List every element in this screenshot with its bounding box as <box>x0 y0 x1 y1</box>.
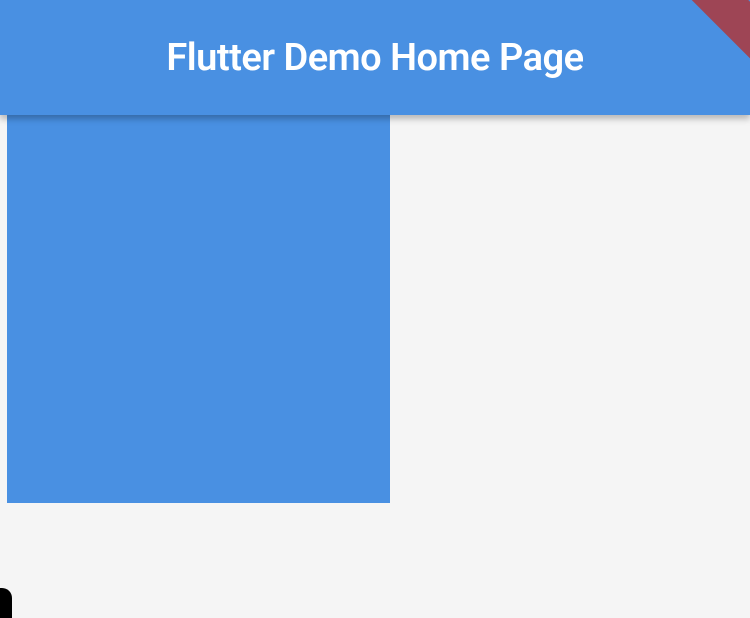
device-frame-edge <box>0 588 12 618</box>
page-title: Flutter Demo Home Page <box>166 36 583 80</box>
app-bar: Flutter Demo Home Page <box>0 0 750 115</box>
blue-container <box>7 115 390 503</box>
content-area <box>0 115 750 618</box>
